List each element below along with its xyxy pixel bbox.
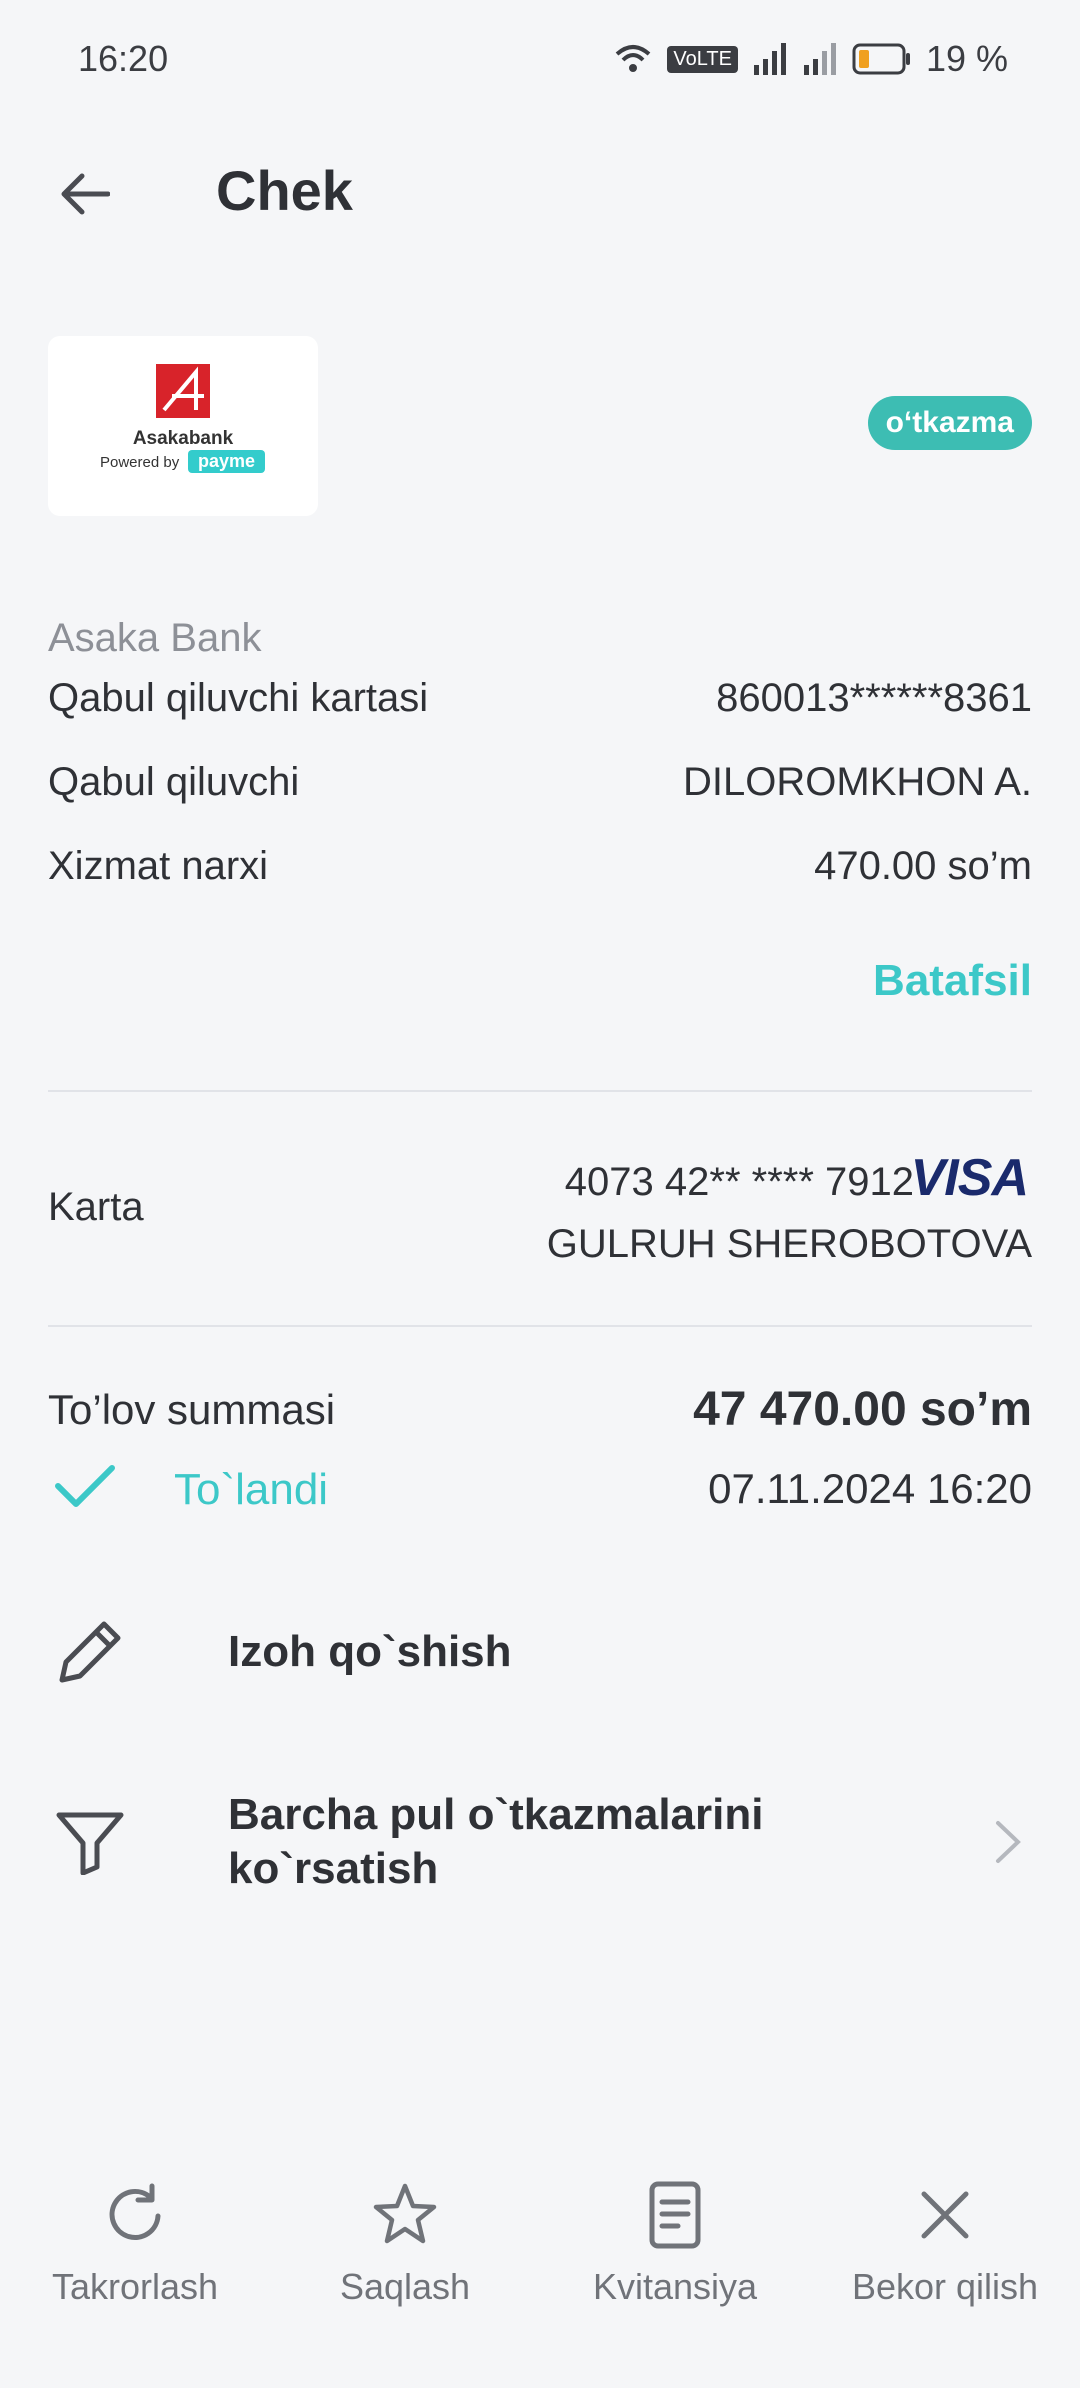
visa-logo: VISA (910, 1149, 1029, 1207)
volte-badge: VoLTE (667, 45, 738, 73)
check-icon (55, 1465, 115, 1507)
arrow-left-icon (61, 173, 110, 215)
detail-row-fee: Xizmat narxi 470.00 so’m (48, 844, 1032, 889)
receipt-button[interactable]: Kvitansiya (540, 2180, 810, 2330)
repeat-icon (109, 2183, 161, 2240)
wifi-icon (616, 45, 651, 72)
action-label: Izoh qo`shish (228, 1627, 512, 1676)
status-time: 16:20 (78, 38, 169, 79)
provider-name: Asaka Bank (48, 616, 262, 660)
divider (48, 1090, 1032, 1092)
payme-logo: payme (188, 450, 266, 473)
card-holder: GULRUH SHEROBOTOVA (546, 1222, 1032, 1266)
status-bar: 16:20 VoLTE 19 % (0, 0, 1080, 120)
signal-2-icon (803, 43, 836, 75)
asakabank-logo-icon (156, 364, 210, 418)
add-comment-button[interactable]: Izoh qo`shish (48, 1610, 1032, 1694)
more-details-link[interactable]: Batafsil (873, 956, 1032, 1006)
detail-label: Qabul qiluvchi (48, 760, 300, 804)
logo-bank-name: Asakabank (132, 428, 234, 449)
detail-row-card: Qabul qiluvchi kartasi 860013******8361 (48, 676, 1032, 721)
battery-icon (852, 43, 910, 75)
merchant-logo: Asakabank Powered by payme (48, 336, 318, 516)
show-all-transfers-button[interactable]: Barcha pul o`tkazmalarini ko`rsatish (48, 1788, 1032, 1896)
card-label: Karta (48, 1185, 144, 1229)
payment-status: To`landi (174, 1465, 329, 1514)
filter-icon (48, 1800, 132, 1884)
page-title: Chek (216, 159, 353, 222)
chevron-right-icon (996, 1821, 1021, 1863)
star-icon (373, 2183, 437, 2244)
payment-amount: 47 470.00 so’m (693, 1383, 1032, 1436)
card-number: 4073 42** **** 7912 (564, 1160, 914, 1204)
detail-value: 470.00 so’m (814, 844, 1032, 888)
status-icons: VoLTE 19 % (613, 38, 1008, 80)
type-badge: o‘tkazma (867, 396, 1032, 450)
detail-value: 860013******8361 (716, 676, 1032, 720)
logo-powered-by: Powered by (100, 454, 180, 471)
battery-percent: 19 % (925, 38, 1008, 79)
payment-label: To’lov summasi (48, 1386, 336, 1433)
detail-label: Qabul qiluvchi kartasi (48, 676, 429, 720)
detail-value: DILOROMKHON A. (683, 760, 1032, 804)
close-icon (921, 2191, 969, 2239)
cancel-button[interactable]: Bekor qilish (810, 2180, 1080, 2330)
signal-icon (753, 43, 786, 75)
repeat-button[interactable]: Takrorlash (0, 2180, 270, 2330)
bottom-label: Takrorlash (51, 2266, 219, 2307)
bottom-label: Bekor qilish (851, 2266, 1039, 2307)
save-button[interactable]: Saqlash (270, 2180, 540, 2330)
bottom-label: Kvitansiya (592, 2266, 758, 2307)
bottom-action-bar: Takrorlash Saqlash Kvitansiya Bekor qili… (0, 2180, 1080, 2330)
detail-row-recipient: Qabul qiluvchi DILOROMKHON A. (48, 760, 1032, 805)
payment-datetime: 07.11.2024 16:20 (708, 1465, 1032, 1512)
back-button[interactable] (48, 158, 120, 230)
bottom-label: Saqlash (339, 2266, 471, 2307)
pencil-icon (48, 1610, 132, 1694)
receipt-icon (649, 2181, 701, 2249)
divider (48, 1325, 1032, 1327)
detail-label: Xizmat narxi (48, 844, 269, 888)
action-label: Barcha pul o`tkazmalarini ko`rsatish (228, 1790, 764, 1893)
